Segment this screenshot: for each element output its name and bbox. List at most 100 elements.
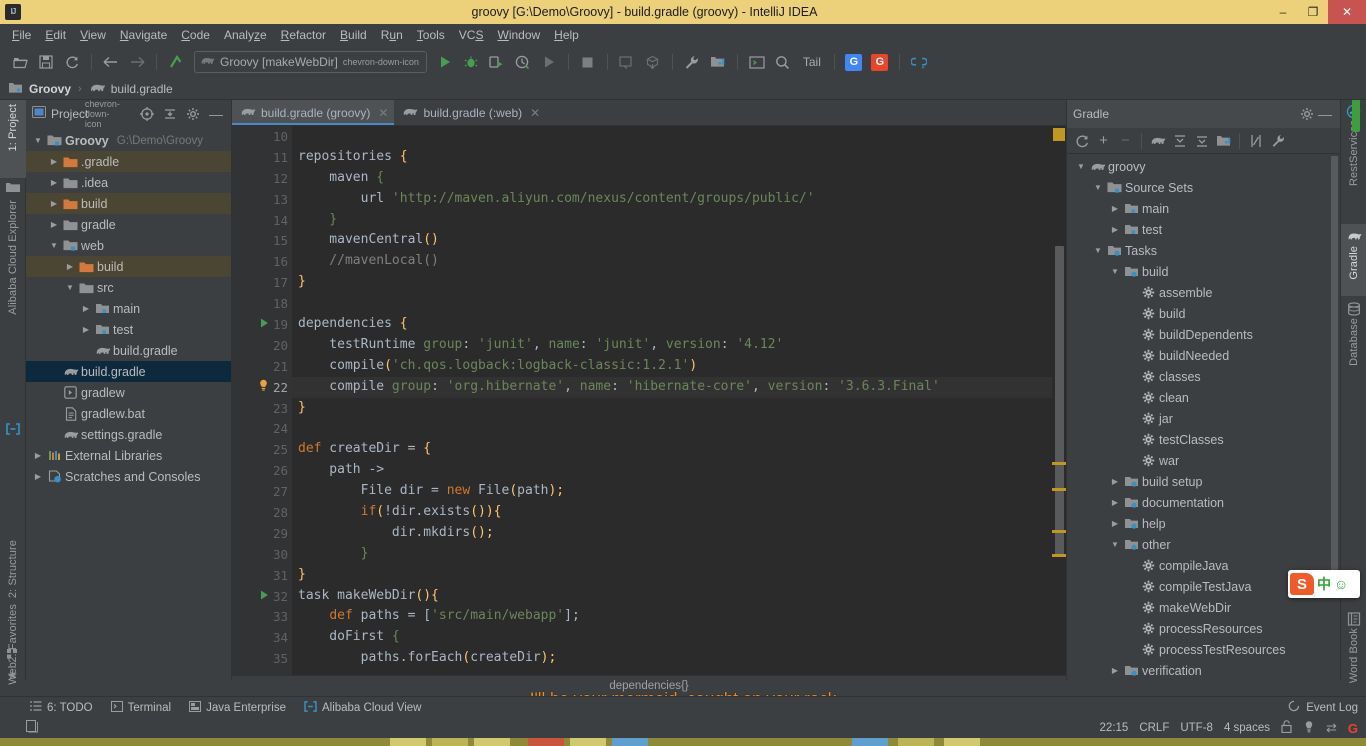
line-number-22[interactable]: 22 <box>232 377 292 398</box>
module-icon[interactable] <box>1213 130 1234 151</box>
menu-item-tools[interactable]: Tools <box>410 26 452 44</box>
project-tree-item--idea[interactable]: ▶ .idea <box>26 172 231 193</box>
google-icon[interactable]: G <box>1348 721 1358 736</box>
chevron-right-icon[interactable]: ▶ <box>62 262 78 271</box>
breadcrumb-project[interactable]: Groovy <box>8 81 71 97</box>
code-line-34[interactable]: doFirst { <box>292 627 1052 648</box>
minimize-button[interactable]: – <box>1268 0 1298 24</box>
gradle-tree-item-source-sets[interactable]: ▼ Source Sets <box>1067 177 1340 198</box>
gradle-tree-item-other[interactable]: ▼ other <box>1067 534 1340 555</box>
chevron-right-icon[interactable]: ▶ <box>1107 498 1123 507</box>
project-tree-item-external-libraries[interactable]: ▶ External Libraries <box>26 445 231 466</box>
close-icon[interactable]: ✕ <box>378 106 388 120</box>
taskbar-item-6[interactable] <box>612 738 648 746</box>
taskbar-item-4[interactable] <box>528 738 564 746</box>
chevron-right-icon[interactable]: ▶ <box>46 157 62 166</box>
gradle-elephant-icon[interactable] <box>1147 130 1168 151</box>
chevron-down-icon[interactable]: ▼ <box>1107 540 1123 549</box>
jump-to-source-icon[interactable] <box>164 50 188 74</box>
line-number-gutter[interactable]: 10 11 12 13 14 15 16 17 18 19 20 21 22 23 24 25 26 27 28 29… <box>232 126 313 680</box>
project-tree-item-groovy[interactable]: ▼ Groovy G:\Demo\Groovy <box>26 130 231 151</box>
bottom-tab-todo[interactable]: 6: TODO <box>30 700 93 715</box>
project-structure-icon[interactable] <box>706 50 730 74</box>
menu-item-file[interactable]: File <box>5 26 38 44</box>
run-with-coverage-icon[interactable] <box>485 50 509 74</box>
code-line-27[interactable]: File dir = new File(path); <box>292 481 1052 502</box>
tail-button[interactable]: Tail <box>797 55 827 69</box>
gradle-tree-item-clean[interactable]: clean <box>1067 387 1340 408</box>
project-tree-item-build[interactable]: ▶ build <box>26 256 231 277</box>
run-icon[interactable] <box>433 50 457 74</box>
menu-item-code[interactable]: Code <box>174 26 217 44</box>
arrow-right-icon[interactable] <box>125 50 149 74</box>
ime-emoji-icon[interactable]: ☺ <box>1334 576 1348 592</box>
chevron-down-icon[interactable]: ▼ <box>1090 183 1106 192</box>
code-line-22[interactable]: compile group: 'org.hibernate', name: 'h… <box>292 376 1052 398</box>
code-line-19[interactable]: dependencies { <box>292 314 1052 335</box>
gradle-tree-item-build[interactable]: build <box>1067 303 1340 324</box>
project-tree-item-gradle[interactable]: ▶ gradle <box>26 214 231 235</box>
gradle-tree-item-build[interactable]: ▼ build <box>1067 261 1340 282</box>
ime-input-popup[interactable]: S 中 ☺ <box>1288 570 1360 598</box>
wrench-settings-icon[interactable] <box>1267 130 1288 151</box>
line-separator[interactable]: CRLF <box>1139 722 1169 734</box>
google-translate-icon[interactable]: G <box>842 50 866 74</box>
code-line-29[interactable]: dir.mkdirs(); <box>292 523 1052 544</box>
update-project-icon[interactable] <box>615 50 639 74</box>
gradle-tree-item-processresources[interactable]: processResources <box>1067 618 1340 639</box>
chevron-right-icon[interactable]: ▶ <box>1107 666 1123 675</box>
gradle-tree-item-main[interactable]: ▶ main <box>1067 198 1340 219</box>
code-line-30[interactable]: } <box>292 544 1052 565</box>
line-number-10[interactable]: 10 <box>232 126 292 147</box>
search-everywhere-icon[interactable] <box>771 50 795 74</box>
save-icon[interactable] <box>34 50 58 74</box>
code-line-23[interactable]: } <box>292 398 1052 419</box>
chevron-down-icon[interactable]: ▼ <box>1107 267 1123 276</box>
taskbar-item-2[interactable] <box>432 738 468 746</box>
arrow-left-icon[interactable] <box>99 50 123 74</box>
line-number-25[interactable]: 25 <box>232 439 301 460</box>
line-number-21[interactable]: 21 <box>232 356 292 377</box>
code-line-11[interactable]: repositories { <box>292 147 1052 168</box>
unlocked-icon[interactable] <box>1281 720 1292 736</box>
terminal-icon[interactable] <box>745 50 769 74</box>
refresh-icon[interactable] <box>1071 130 1092 151</box>
line-number-16[interactable]: 16 <box>232 251 292 272</box>
line-number-15[interactable]: 15 <box>232 230 292 251</box>
line-number-27[interactable]: 27 <box>232 481 292 502</box>
project-tree-item-settings-gradle[interactable]: settings.gradle <box>26 424 231 445</box>
wrench-settings-icon[interactable] <box>680 50 704 74</box>
bottom-tab-java-enterprise[interactable]: Java Enterprise <box>189 700 286 715</box>
project-tree-item-build-gradle[interactable]: build.gradle <box>26 361 231 382</box>
chevron-down-icon[interactable]: chevron-down-icon <box>343 57 419 67</box>
gear-icon[interactable] <box>184 105 202 123</box>
commit-icon[interactable] <box>641 50 665 74</box>
project-tree-item-src[interactable]: ▼ src <box>26 277 231 298</box>
chevron-down-icon[interactable]: ▼ <box>30 136 46 145</box>
gradle-tree-item-war[interactable]: war <box>1067 450 1340 471</box>
taskbar-item-1[interactable] <box>390 738 426 746</box>
line-number-12[interactable]: 12 <box>232 168 313 189</box>
project-tree-item-build[interactable]: ▶ build <box>26 193 231 214</box>
gradle-tree-item-test[interactable]: ▶ test <box>1067 219 1340 240</box>
event-log-button[interactable]: Event Log <box>1306 702 1358 714</box>
link-icon[interactable] <box>907 50 931 74</box>
open-folder-icon[interactable] <box>8 50 32 74</box>
editor-scrollbar[interactable] <box>1052 126 1066 680</box>
collapse-all-icon[interactable] <box>1191 130 1212 151</box>
line-number-35[interactable]: 35 <box>232 648 292 669</box>
chevron-right-icon[interactable]: ▶ <box>1107 519 1123 528</box>
project-tree-item--gradle[interactable]: ▶ .gradle <box>26 151 231 172</box>
chevron-down-icon[interactable]: ▼ <box>46 241 62 250</box>
code-line-32[interactable]: task makeWebDir(){ <box>292 586 1052 607</box>
editor-tab-0[interactable]: build.gradle (groovy) ✕ <box>232 100 395 125</box>
gradle-tree-item-assemble[interactable]: assemble <box>1067 282 1340 303</box>
toggle-toolbar-icon[interactable] <box>26 720 38 736</box>
line-number-14[interactable]: 14 <box>232 210 313 231</box>
line-number-34[interactable]: 34 <box>232 627 313 648</box>
scroll-from-source-icon[interactable] <box>138 105 156 123</box>
chevron-right-icon[interactable]: ▶ <box>46 178 62 187</box>
bottom-tab-terminal[interactable]: Terminal <box>110 700 171 715</box>
chevron-down-icon[interactable]: ▼ <box>1073 162 1089 171</box>
chevron-right-icon[interactable]: ▶ <box>30 451 46 460</box>
